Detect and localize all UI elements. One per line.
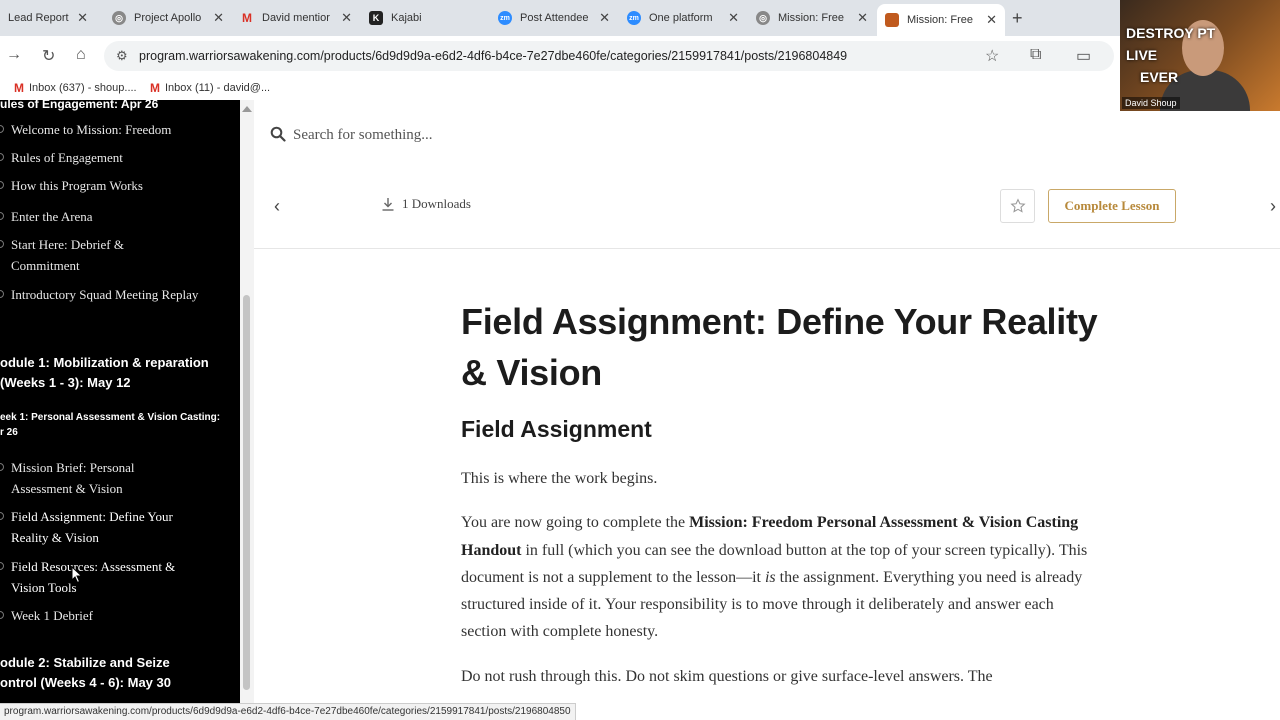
tab-lead-report[interactable]: Lead Report U ✕ — [0, 4, 96, 32]
reload-icon[interactable]: ↻ — [42, 46, 55, 66]
section-heading: Field Assignment — [461, 416, 652, 442]
new-tab-icon[interactable]: + — [1012, 8, 1023, 29]
previous-lesson-icon[interactable]: ‹ — [274, 196, 280, 217]
globe-icon: ◎ — [112, 11, 126, 25]
tab-kajabi[interactable]: K Kajabi — [361, 4, 489, 32]
tab-label: David mentior — [262, 12, 330, 24]
close-icon[interactable]: ✕ — [213, 10, 224, 26]
close-icon[interactable]: ✕ — [77, 10, 88, 26]
gmail-icon: M — [14, 81, 24, 95]
tab-mission-freedom-active[interactable]: Mission: Free ✕ — [877, 4, 1005, 36]
site-info-icon[interactable]: ⚙ — [116, 48, 128, 64]
bookmark-label: Inbox (11) - david@... — [165, 82, 271, 94]
sidebar-item-field-resources[interactable]: Field Resources: Assessment & Vision Too… — [0, 556, 210, 598]
bookmark-inbox-shoup[interactable]: M Inbox (637) - shoup.... — [14, 81, 137, 95]
webcam-name-label: David Shoup — [1122, 97, 1180, 109]
tab-label: Project Apollo — [134, 12, 202, 24]
sidepanel-icon[interactable]: ▭ — [1076, 46, 1091, 66]
mouse-cursor-icon — [71, 566, 83, 584]
extensions-icon[interactable]: ⧉ — [1030, 46, 1041, 64]
link-status-bar: program.warriorsawakening.com/products/6… — [0, 703, 576, 720]
forward-icon[interactable]: → — [6, 46, 22, 64]
tab-label: Post Attendee — [520, 12, 589, 24]
paragraph-1: This is where the work begins. — [461, 470, 658, 487]
close-icon[interactable]: ✕ — [857, 10, 868, 26]
browser-toolbar: → ↻ ⌂ ⚙ program.warriorsawakening.com/pr… — [0, 36, 1280, 76]
tab-mission-freedom-1[interactable]: ◎ Mission: Free ✕ — [748, 4, 876, 32]
sidebar-module-1[interactable]: odule 1: Mobilization & reparation (Week… — [0, 353, 210, 393]
bookmark-label: Inbox (637) - shoup.... — [29, 82, 137, 94]
sidebar-module-2[interactable]: odule 2: Stabilize and Seize ontrol (Wee… — [0, 653, 190, 693]
gmail-icon: M — [150, 81, 160, 95]
url-text: program.warriorsawakening.com/products/6… — [139, 49, 848, 63]
lesson-content: Field Assignment: Define Your Reality & … — [461, 296, 1101, 690]
site-icon — [885, 13, 899, 27]
paragraph-3: Do not rush through this. Do not skim qu… — [461, 667, 993, 685]
close-icon[interactable]: ✕ — [728, 10, 739, 26]
paragraph-2: You are now going to complete the Missio… — [461, 514, 1088, 641]
bookmark-star-icon[interactable]: ☆ — [985, 46, 999, 66]
close-icon[interactable]: ✕ — [341, 10, 352, 26]
sidebar-item-how-program-works[interactable]: How this Program Works — [0, 175, 228, 196]
sidebar-item-mission-brief[interactable]: Mission Brief: Personal Assessment & Vis… — [0, 457, 170, 499]
sidebar-section-title: ules of Engagement: Apr 26 — [0, 100, 159, 111]
kajabi-icon: K — [369, 11, 383, 25]
search-icon — [270, 126, 286, 142]
downloads-button[interactable]: 1 Downloads — [380, 196, 471, 212]
tab-label: Mission: Free — [778, 12, 845, 24]
close-icon[interactable]: ✕ — [599, 10, 610, 26]
tab-zoom-one-platform[interactable]: zm One platform ✕ — [619, 4, 747, 32]
next-lesson-icon[interactable]: › — [1270, 196, 1276, 217]
star-icon — [1009, 198, 1026, 213]
sidebar-item-enter-arena[interactable]: Enter the Arena — [0, 206, 228, 227]
course-sidebar: ules of Engagement: Apr 26 Welcome to Mi… — [0, 100, 240, 720]
sidebar-item-rules[interactable]: Rules of Engagement — [0, 147, 228, 168]
browser-tab-bar: Lead Report U ✕ ◎ Project Apollo ✕ M Dav… — [0, 0, 1280, 36]
scroll-up-icon[interactable] — [242, 106, 252, 112]
home-icon[interactable]: ⌂ — [76, 46, 86, 64]
search-input[interactable] — [293, 124, 793, 146]
page-title: Field Assignment: Define Your Reality & … — [461, 301, 1098, 393]
downloads-label: 1 Downloads — [402, 196, 471, 211]
tab-label: Lead Report U — [8, 12, 71, 24]
download-icon — [382, 198, 394, 211]
sidebar-item-squad-replay[interactable]: Introductory Squad Meeting Replay — [0, 284, 200, 305]
complete-lesson-button[interactable]: Complete Lesson — [1048, 189, 1176, 223]
globe-icon: ◎ — [756, 11, 770, 25]
favorite-button[interactable] — [1000, 189, 1035, 223]
close-icon[interactable]: ✕ — [986, 12, 997, 28]
bookmark-inbox-david[interactable]: M Inbox (11) - david@... — [150, 81, 270, 95]
webcam-overlay: DESTROY PT LIVE EVER David Shoup — [1120, 0, 1280, 111]
sidebar-item-welcome[interactable]: Welcome to Mission: Freedom — [0, 119, 228, 140]
sidebar-item-field-assignment[interactable]: Field Assignment: Define Your Reality & … — [0, 506, 210, 548]
sidebar-item-start-here[interactable]: Start Here: Debrief & Commitment — [0, 234, 160, 276]
sidebar-item-week1-debrief[interactable]: Week 1 Debrief — [0, 605, 228, 626]
tab-label: Mission: Free — [907, 14, 974, 26]
zoom-icon: zm — [498, 11, 512, 25]
tab-zoom-post-attendee[interactable]: zm Post Attendee ✕ — [490, 4, 618, 32]
gmail-icon: M — [242, 11, 252, 25]
tab-label: Kajabi — [391, 12, 422, 24]
sidebar-week-1[interactable]: eek 1: Personal Assessment & Vision Cast… — [0, 410, 225, 440]
bookmarks-bar: M Inbox (637) - shoup.... M Inbox (11) -… — [0, 76, 1280, 100]
zoom-icon: zm — [627, 11, 641, 25]
poster-text: DESTROY PT LIVE EVER — [1126, 25, 1216, 85]
tab-project-apollo[interactable]: ◎ Project Apollo ✕ — [104, 4, 232, 32]
tab-gmail[interactable]: M David mentior ✕ — [232, 4, 360, 32]
tab-label: One platform — [649, 12, 713, 24]
sidebar-scroll-thumb[interactable] — [243, 295, 250, 690]
